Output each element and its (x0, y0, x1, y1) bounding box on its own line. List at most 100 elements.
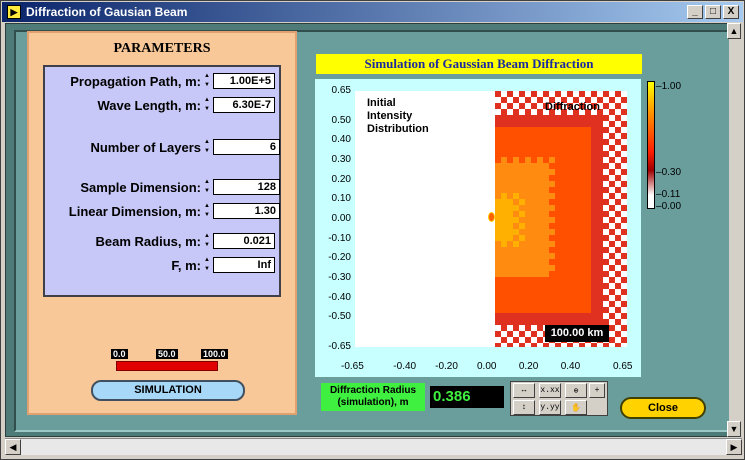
heatmap-cell (537, 301, 543, 307)
heatmap-cell (555, 283, 561, 289)
spinner-icon[interactable]: ▲ ▼ (204, 97, 211, 113)
heatmap-cell (615, 103, 621, 109)
heatmap-cell (507, 289, 513, 295)
heatmap-cell (609, 187, 615, 193)
heatmap-cell (543, 199, 549, 205)
heatmap-cell (597, 247, 603, 253)
param-label: Wave Length, m: (97, 97, 201, 113)
heatmap-cell (513, 319, 519, 325)
heatmap-cell (561, 223, 567, 229)
heatmap-cell (501, 229, 507, 235)
sample-dimension-field[interactable]: 128 (213, 179, 280, 195)
heatmap-cell (579, 295, 585, 301)
heatmap-cell (615, 337, 621, 343)
close-button[interactable]: Close (620, 397, 706, 419)
heatmap-cell (513, 163, 519, 169)
heatmap-cell (549, 289, 555, 295)
number-of-layers-field[interactable]: 6 (213, 139, 280, 155)
x-format-icon[interactable]: x.xx (539, 383, 561, 398)
heatmap-cell (597, 181, 603, 187)
plot-area[interactable]: Initial Intensity Distribution Diffracti… (315, 79, 641, 377)
beam-radius-field[interactable]: 0.021 (213, 233, 275, 249)
heatmap-cell (501, 331, 507, 337)
f-field[interactable]: Inf (213, 257, 275, 273)
spinner-icon[interactable]: ▲ ▼ (204, 73, 211, 89)
heatmap-cell (621, 91, 627, 97)
heatmap-cell (555, 289, 561, 295)
heatmap-cell (543, 247, 549, 253)
heatmap-cell (531, 301, 537, 307)
x-zoom-icon[interactable]: ↔ (513, 383, 535, 398)
propagation-path-field[interactable]: 1.00E+5 (213, 73, 275, 89)
heatmap-cell (495, 313, 501, 319)
heatmap-cell (561, 163, 567, 169)
horizontal-scrollbar[interactable]: ◀ ▶ (5, 438, 742, 455)
scroll-down-icon[interactable]: ▼ (727, 421, 741, 437)
heatmap-cell (543, 241, 549, 247)
heatmap-cell (513, 91, 519, 97)
heatmap-cell (525, 241, 531, 247)
heatmap-cell (573, 259, 579, 265)
heatmap-cell (501, 283, 507, 289)
y-format-icon[interactable]: y.yy (539, 400, 561, 415)
maximize-button[interactable]: □ (705, 5, 721, 19)
heatmap-cell (531, 331, 537, 337)
heatmap-cell (615, 127, 621, 133)
heatmap-cell (615, 253, 621, 259)
heatmap-cell (525, 133, 531, 139)
simulation-button[interactable]: SIMULATION (91, 380, 245, 401)
heatmap-cell (603, 223, 609, 229)
heatmap-cell (549, 217, 555, 223)
spinner-icon[interactable]: ▲ ▼ (204, 139, 211, 155)
heatmap-cell (597, 145, 603, 151)
heatmap-cell (555, 121, 561, 127)
heatmap-cell (519, 283, 525, 289)
heatmap-cell (525, 313, 531, 319)
wave-length-field[interactable]: 6.30E-7 (213, 97, 275, 113)
heatmap-cell (531, 163, 537, 169)
heatmap-cell (495, 151, 501, 157)
heatmap-cell (501, 253, 507, 259)
pan-icon[interactable]: ✋ (565, 400, 587, 415)
heatmap-cell (549, 157, 555, 163)
heatmap-cell (597, 301, 603, 307)
plot-canvas[interactable]: Initial Intensity Distribution Diffracti… (355, 91, 627, 347)
heatmap-cell (621, 307, 627, 313)
heatmap-cell (579, 229, 585, 235)
heatmap-cell (609, 211, 615, 217)
heatmap-cell (525, 97, 531, 103)
heatmap-cell (621, 253, 627, 259)
heatmap-cell (561, 157, 567, 163)
scale-bar: 100.00 km (545, 325, 609, 342)
cursor-icon[interactable]: + (589, 383, 605, 398)
x-tick-label: 0.00 (477, 361, 497, 372)
param-row-beam-radius: Beam Radius, m: ▲ ▼ 0.021 (49, 233, 275, 249)
heatmap-cell (507, 181, 513, 187)
spinner-icon[interactable]: ▲ ▼ (204, 203, 211, 219)
vertical-scrollbar[interactable]: ▲ ▼ (727, 23, 742, 438)
scroll-right-icon[interactable]: ▶ (726, 439, 742, 455)
heatmap-cell (609, 241, 615, 247)
minimize-button[interactable]: _ (687, 5, 703, 19)
heatmap-cell (495, 145, 501, 151)
heatmap-cell (543, 181, 549, 187)
heatmap-cell (585, 121, 591, 127)
y-zoom-icon[interactable]: ↕ (513, 400, 535, 415)
spinner-icon[interactable]: ▲ ▼ (204, 257, 211, 273)
spinner-icon[interactable]: ▲ ▼ (204, 179, 211, 195)
heatmap-cell (507, 277, 513, 283)
param-row-number-of-layers: Number of Layers ▲ ▼ 6 (49, 139, 280, 155)
zoom-icon[interactable]: ⊕ (565, 383, 587, 398)
spinner-icon[interactable]: ▲ ▼ (204, 233, 211, 249)
heatmap-cell (621, 313, 627, 319)
heatmap-cell (537, 265, 543, 271)
close-window-button[interactable]: X (723, 5, 739, 19)
scroll-up-icon[interactable]: ▲ (727, 23, 741, 39)
linear-dimension-field[interactable]: 1.30 (213, 203, 280, 219)
heatmap-cell (555, 223, 561, 229)
heatmap-cell (525, 181, 531, 187)
heatmap-cell (525, 223, 531, 229)
heatmap-cell (615, 235, 621, 241)
heatmap-cell (495, 163, 501, 169)
scroll-left-icon[interactable]: ◀ (5, 439, 21, 455)
